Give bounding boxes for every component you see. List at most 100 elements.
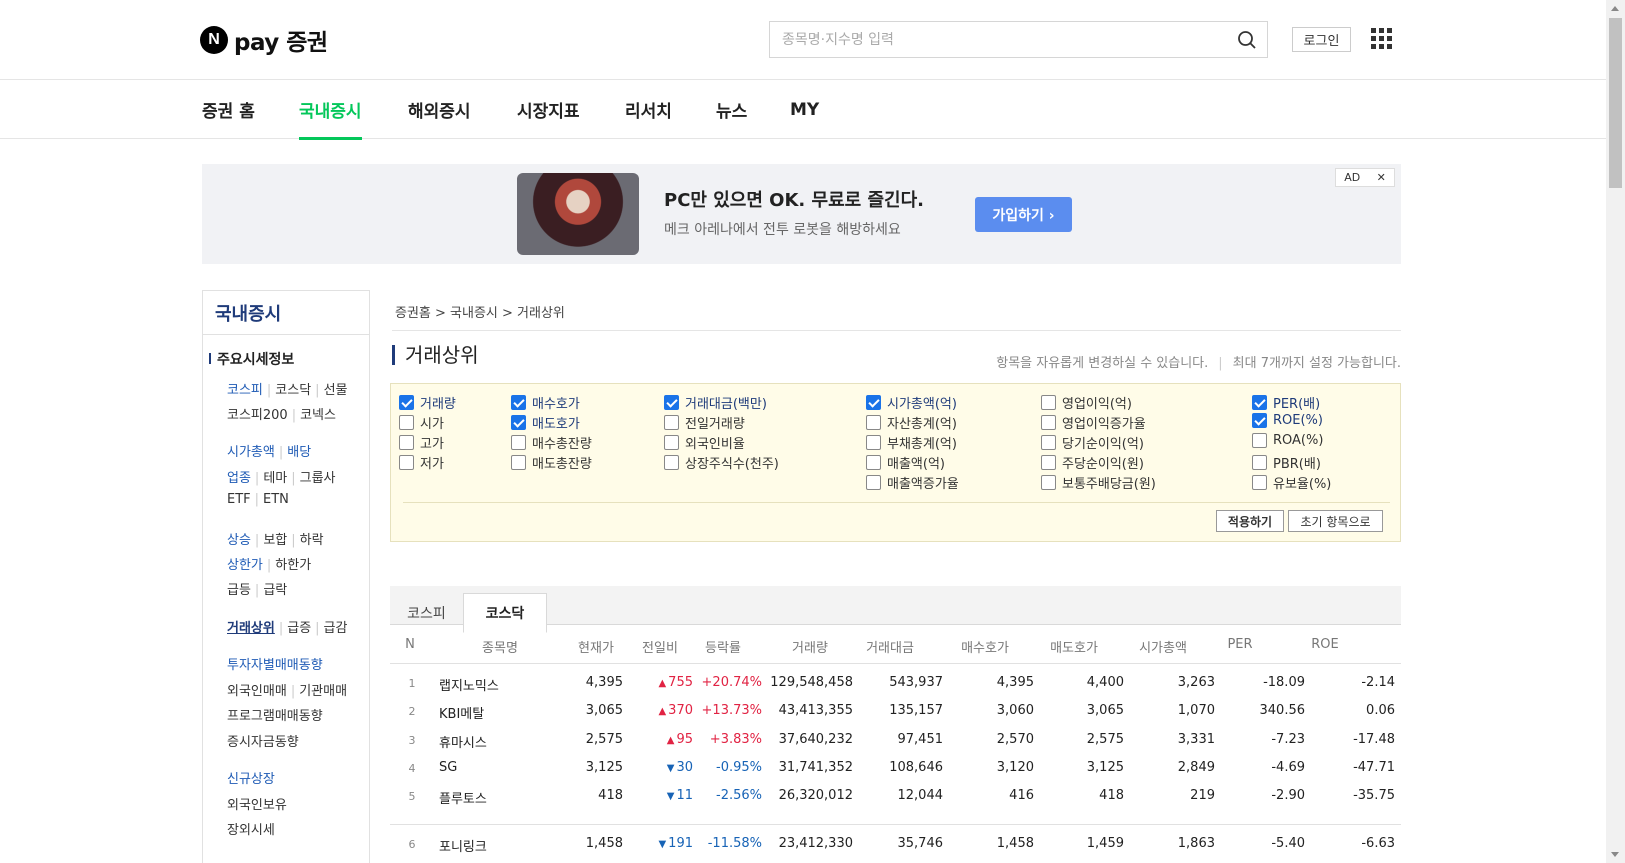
nav-my[interactable]: MY <box>790 80 819 139</box>
lnb-link[interactable]: 외국인매매 <box>227 684 287 699</box>
lnb-link[interactable]: 하락 <box>300 533 324 548</box>
table-row[interactable]: 5 플루토스 418 -2.56% 26,320,012 12,044 416 418 219 -… <box>390 782 1401 810</box>
option-checkbox[interactable]: 거래대금(백만) <box>664 393 767 412</box>
ad-signup-button[interactable]: 가입하기 › <box>975 197 1072 232</box>
scroll-down-icon[interactable] <box>1611 852 1619 857</box>
checkbox-checked-icon[interactable] <box>866 395 881 410</box>
checkbox-icon[interactable] <box>1041 455 1056 470</box>
apply-button[interactable]: 적용하기 <box>1216 510 1284 532</box>
scroll-thumb[interactable] <box>1609 18 1622 188</box>
service-menu-icon[interactable] <box>1371 28 1392 49</box>
lnb-link[interactable]: 코스닥 <box>275 383 311 398</box>
option-checkbox[interactable]: 매수총잔량 <box>511 433 592 452</box>
login-button[interactable]: 로그인 <box>1292 27 1351 52</box>
option-checkbox[interactable]: 전일거래량 <box>664 413 745 432</box>
lnb-link[interactable]: 장외시세 <box>227 823 275 838</box>
option-checkbox[interactable]: 유보율(%) <box>1252 473 1331 492</box>
nav-overseas[interactable]: 해외증시 <box>408 80 471 139</box>
lnb-link[interactable]: 급증 <box>287 621 311 636</box>
option-checkbox[interactable]: 자산총계(억) <box>866 413 957 432</box>
option-checkbox[interactable]: ROA(%) <box>1252 433 1323 448</box>
search-input[interactable] <box>770 22 1210 57</box>
checkbox-icon[interactable] <box>866 455 881 470</box>
lnb-link[interactable]: 코넥스 <box>300 408 336 423</box>
checkbox-icon[interactable] <box>399 415 414 430</box>
checkbox-checked-icon[interactable] <box>399 395 414 410</box>
stock-name-link[interactable]: 휴마시스 <box>439 732 487 751</box>
option-checkbox[interactable]: 외국인비율 <box>664 433 745 452</box>
option-checkbox[interactable]: 부채총계(억) <box>866 433 957 452</box>
option-checkbox[interactable]: 당기순이익(억) <box>1041 433 1144 452</box>
checkbox-icon[interactable] <box>399 455 414 470</box>
lnb-link[interactable]: 프로그램매매동향 <box>227 709 323 724</box>
option-checkbox[interactable]: 매도총잔량 <box>511 453 592 472</box>
lnb-link[interactable]: 증시자금동향 <box>227 735 299 750</box>
checkbox-checked-icon[interactable] <box>511 395 526 410</box>
stock-name-link[interactable]: KBI메탈 <box>439 703 484 722</box>
lnb-link[interactable]: 선물 <box>324 383 348 398</box>
lnb-link[interactable]: 시가총액 <box>227 445 275 460</box>
vertical-scrollbar[interactable] <box>1606 0 1625 863</box>
nav-home[interactable]: 증권 홈 <box>202 80 255 139</box>
checkbox-icon[interactable] <box>1252 475 1267 490</box>
lnb-link[interactable]: ETN <box>263 492 289 507</box>
lnb-link[interactable]: 그룹사 <box>300 471 336 486</box>
lnb-link[interactable]: 상한가 <box>227 558 263 573</box>
stock-name-link[interactable]: SG <box>439 760 457 775</box>
checkbox-icon[interactable] <box>511 455 526 470</box>
lnb-link[interactable]: 보합 <box>263 533 287 548</box>
lnb-link[interactable]: 급등 <box>227 583 251 598</box>
checkbox-icon[interactable] <box>866 435 881 450</box>
nav-news[interactable]: 뉴스 <box>716 80 747 139</box>
lnb-link[interactable]: 외국인보유 <box>227 798 287 813</box>
lnb-link[interactable]: 배당 <box>287 445 311 460</box>
option-checkbox[interactable]: 상장주식수(천주) <box>664 453 779 472</box>
nav-domestic[interactable]: 국내증시 <box>299 80 362 140</box>
lnb-link[interactable]: 신규상장 <box>227 772 275 787</box>
checkbox-icon[interactable] <box>1252 455 1267 470</box>
npay-logo[interactable]: N pay 증권 <box>200 26 328 56</box>
lnb-link[interactable]: 코스피 <box>227 383 263 398</box>
option-checkbox[interactable]: ROE(%) <box>1252 413 1323 428</box>
option-checkbox[interactable]: 시가 <box>399 413 444 432</box>
option-checkbox[interactable]: 거래량 <box>399 393 456 412</box>
lnb-link[interactable]: 투자자별매매동향 <box>227 658 323 673</box>
lnb-link[interactable]: 코스피200 <box>227 408 288 423</box>
option-checkbox[interactable]: 보통주배당금(원) <box>1041 473 1156 492</box>
lnb-link[interactable]: 급감 <box>324 621 348 636</box>
option-checkbox[interactable]: 주당순이익(원) <box>1041 453 1144 472</box>
checkbox-icon[interactable] <box>1041 475 1056 490</box>
nav-indicators[interactable]: 시장지표 <box>517 80 580 139</box>
lnb-link[interactable]: 급락 <box>263 583 287 598</box>
table-row[interactable]: 4 SG 3,125 -0.95% 31,741,352 108,646 3,120 3,12… <box>390 754 1401 782</box>
checkbox-checked-icon[interactable] <box>511 415 526 430</box>
checkbox-checked-icon[interactable] <box>664 395 679 410</box>
stock-name-link[interactable]: 플루토스 <box>439 788 487 807</box>
option-checkbox[interactable]: 매출액(억) <box>866 453 945 472</box>
option-checkbox[interactable]: 영업이익(억) <box>1041 393 1132 412</box>
checkbox-icon[interactable] <box>1252 433 1267 448</box>
checkbox-icon[interactable] <box>866 475 881 490</box>
option-checkbox[interactable]: 매도호가 <box>511 413 580 432</box>
stock-name-link[interactable]: 포니링크 <box>439 836 487 855</box>
lnb-link[interactable]: 업종 <box>227 471 251 486</box>
option-checkbox[interactable]: 저가 <box>399 453 444 472</box>
search-icon[interactable] <box>1237 30 1257 50</box>
table-row[interactable]: 2 KBI메탈 3,065 +13.73% 43,413,355 135,157 3,060… <box>390 697 1401 725</box>
checkbox-icon[interactable] <box>664 415 679 430</box>
table-row[interactable]: 3 휴마시스 2,575 +3.83% 37,640,232 97,451 2,570 2,5… <box>390 726 1401 754</box>
checkbox-icon[interactable] <box>1041 395 1056 410</box>
scroll-up-icon[interactable] <box>1611 6 1619 11</box>
table-row[interactable]: 6 포니링크 1,458 -11.58% 23,412,330 35,746 1,458 1,… <box>390 830 1401 858</box>
checkbox-icon[interactable] <box>399 435 414 450</box>
checkbox-checked-icon[interactable] <box>1252 413 1267 428</box>
lnb-link[interactable]: ETF <box>227 492 251 507</box>
option-checkbox[interactable]: 매수호가 <box>511 393 580 412</box>
lnb-link[interactable]: 하한가 <box>275 558 311 573</box>
checkbox-icon[interactable] <box>664 435 679 450</box>
checkbox-icon[interactable] <box>511 435 526 450</box>
option-checkbox[interactable]: 매출액증가율 <box>866 473 959 492</box>
option-checkbox[interactable]: PER(배) <box>1252 393 1320 412</box>
option-checkbox[interactable]: 고가 <box>399 433 444 452</box>
option-checkbox[interactable]: PBR(배) <box>1252 453 1321 472</box>
